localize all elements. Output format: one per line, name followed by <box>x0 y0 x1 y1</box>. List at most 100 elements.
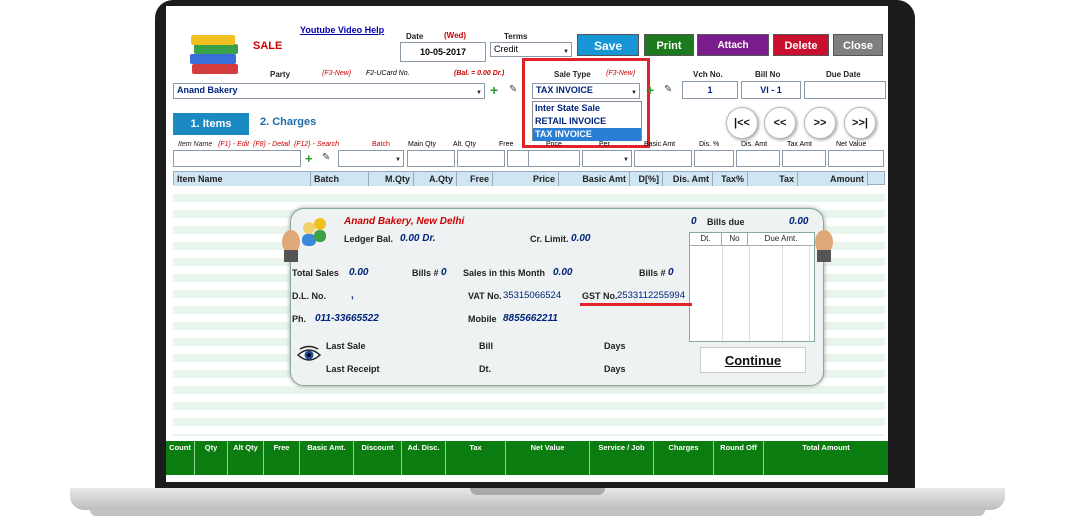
total-sales-value: 0.00 <box>349 267 369 278</box>
month-sales-label: Sales in this Month <box>463 268 546 278</box>
footer-round-off: Round Off <box>714 441 764 475</box>
days-label: Days <box>604 341 626 351</box>
basic-amt-input[interactable] <box>634 150 692 167</box>
footer-service-job: Service / Job <box>590 441 654 475</box>
net-value-label: Net Value <box>836 141 867 148</box>
price-input[interactable] <box>528 150 580 167</box>
due-bills-table[interactable]: Dt. No Due Amt. <box>689 232 815 342</box>
batch-select[interactable]: ▼ <box>338 150 404 167</box>
party-select[interactable]: Anand Bakery ▼ <box>173 83 485 99</box>
tax-amt-input[interactable] <box>782 150 826 167</box>
phone-label: Ph. <box>292 314 307 324</box>
dl-value: , <box>351 290 354 301</box>
gst-label: GST No. <box>582 291 618 301</box>
free-label: Free <box>499 141 514 148</box>
total-sales-label: Total Sales <box>292 268 339 278</box>
grid-header-cell[interactable]: Price <box>493 172 559 186</box>
days-label: Days <box>604 364 626 374</box>
books-icon <box>188 32 242 76</box>
per-select[interactable]: ▼ <box>582 150 632 167</box>
vch-no-field[interactable]: 1 <box>682 81 738 99</box>
main-qty-input[interactable] <box>407 150 455 167</box>
highlight-box <box>522 58 650 148</box>
item-name-input[interactable] <box>173 150 301 167</box>
footer-discount: Discount <box>354 441 402 475</box>
edit-sale-type-icon[interactable]: ✎ <box>664 84 672 95</box>
bills-value: 0 <box>441 267 447 278</box>
dis-amt-input[interactable] <box>736 150 780 167</box>
party-value: Anand Bakery <box>177 85 238 95</box>
vch-no-label: Vch No. <box>693 70 723 79</box>
grid-header-cell[interactable]: M.Qty <box>369 172 414 186</box>
youtube-help-link[interactable]: Youtube Video Help <box>300 25 384 35</box>
month-sales-value: 0.00 <box>553 267 573 278</box>
grid-header-cell[interactable]: Free <box>457 172 493 186</box>
footer-net-value: Net Value <box>506 441 590 475</box>
party-ucard-hint: F2-UCard No. <box>366 70 410 77</box>
delete-button[interactable]: Delete <box>773 34 829 56</box>
basic-amt-label: Basic Amt <box>644 141 676 148</box>
dis-amt-label: Dis. Amt <box>741 141 768 148</box>
print-button[interactable]: Print <box>644 34 694 56</box>
date-label: Date <box>406 32 424 41</box>
edit-party-icon[interactable]: ✎ <box>509 84 517 95</box>
grid-header-cell[interactable]: Item Name <box>174 172 311 186</box>
item-name-label: Item Name <box>178 141 213 148</box>
due-col-no: No <box>722 233 748 245</box>
last-record-button[interactable]: >>| <box>844 107 876 139</box>
next-record-button[interactable]: >> <box>804 107 836 139</box>
phone-value: 011-33665522 <box>315 313 379 324</box>
gst-value: 2533112255994 <box>617 290 685 301</box>
footer-tax: Tax <box>446 441 506 475</box>
continue-button[interactable]: Continue <box>700 347 806 373</box>
prev-record-button[interactable]: << <box>764 107 796 139</box>
add-party-icon[interactable]: + <box>490 82 498 98</box>
terms-select[interactable]: Credit ▼ <box>490 42 572 57</box>
grid-header-cell[interactable]: Tax% <box>713 172 748 186</box>
due-date-field[interactable] <box>804 81 886 99</box>
save-button[interactable]: Save <box>577 34 639 56</box>
grid-header-cell[interactable]: A.Qty <box>414 172 457 186</box>
laptop-notch <box>470 488 605 495</box>
grid-header-cell[interactable]: D[%] <box>630 172 663 186</box>
due-col-dt: Dt. <box>690 233 722 245</box>
add-item-icon[interactable]: + <box>305 151 313 166</box>
close-button[interactable]: Close <box>833 34 883 56</box>
grid-header-cell[interactable]: Dis. Amt <box>663 172 713 186</box>
ledger-label: Ledger Bal. <box>344 234 394 244</box>
popup-party-title: Anand Bakery, New Delhi <box>344 216 465 227</box>
cr-limit-label: Cr. Limit. <box>530 234 569 244</box>
bill-no-field[interactable]: VI - 1 <box>741 81 801 99</box>
gst-underline <box>580 303 692 306</box>
grid-header-cell[interactable]: Batch <box>311 172 369 186</box>
chevron-down-icon: ▼ <box>395 157 401 163</box>
party-balance-hint: (Bal. = 0.00 Dr.) <box>454 70 505 77</box>
alt-qty-input[interactable] <box>457 150 505 167</box>
grid-header-cell[interactable]: Basic Amt <box>559 172 630 186</box>
ledger-value: 0.00 Dr. <box>400 233 436 244</box>
party-label: Party <box>270 70 291 79</box>
net-value-input[interactable] <box>828 150 884 167</box>
cr-limit-value: 0.00 <box>571 233 591 244</box>
item-hints: {F1} - Edit {F8} - Detail {F12} - Search <box>218 141 340 148</box>
due-bills-header: Dt. No Due Amt. <box>690 233 814 246</box>
attach-button[interactable]: Attach <box>697 34 769 56</box>
grid-header-cell[interactable]: Tax <box>748 172 798 186</box>
users-icon <box>298 216 330 248</box>
footer-charges: Charges <box>654 441 714 475</box>
first-record-button[interactable]: |<< <box>726 107 758 139</box>
eye-icon <box>296 345 322 365</box>
party-new-hint: {F3-New} <box>322 70 352 77</box>
add-sale-type-icon[interactable]: + <box>646 82 654 98</box>
price-label: Price <box>546 141 562 148</box>
tab-items[interactable]: 1. Items <box>173 113 249 135</box>
due-col-amt: Due Amt. <box>764 234 798 243</box>
grid-header-cell[interactable]: Amount <box>798 172 868 186</box>
main-qty-label: Main Qty <box>408 141 437 148</box>
terms-label: Terms <box>504 32 528 41</box>
month-bills-label: Bills # <box>639 268 666 278</box>
date-field[interactable]: 10-05-2017 <box>400 42 486 62</box>
edit-item-icon[interactable]: ✎ <box>322 152 330 163</box>
dis-pct-input[interactable] <box>694 150 734 167</box>
tab-charges[interactable]: 2. Charges <box>260 116 316 128</box>
